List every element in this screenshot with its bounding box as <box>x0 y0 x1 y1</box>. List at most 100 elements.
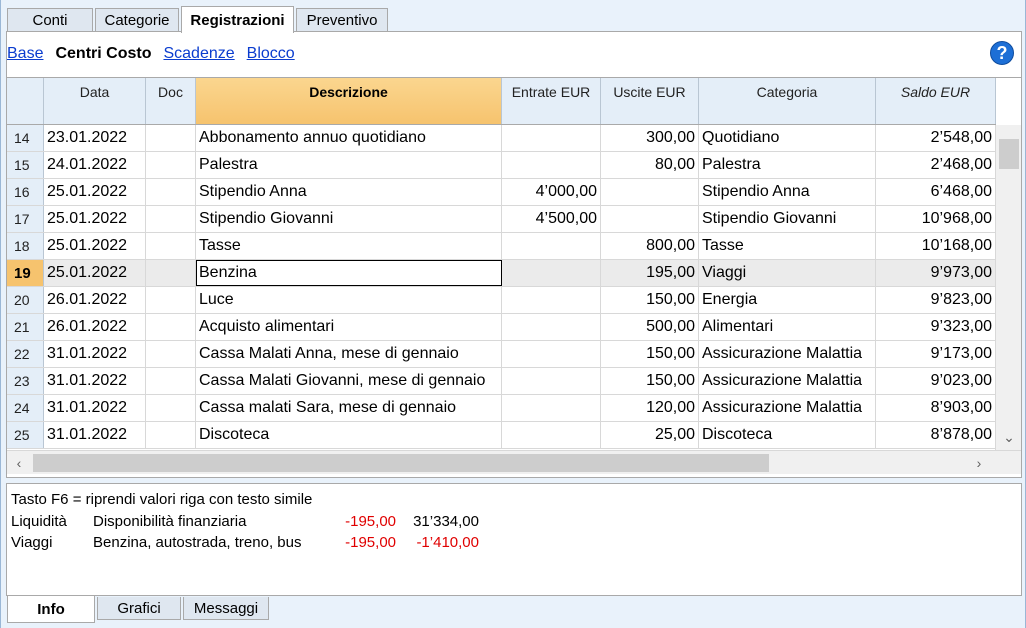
cell-doc[interactable] <box>146 314 196 340</box>
column-header-categoria[interactable]: Categoria <box>699 78 876 124</box>
cell-categoria[interactable]: Assicurazione Malattia <box>699 368 876 394</box>
cell-data[interactable]: 25.01.2022 <box>44 233 146 259</box>
cell-uscite[interactable]: 120,00 <box>601 395 699 421</box>
view-base-link[interactable]: Base <box>7 45 43 63</box>
cell-saldo[interactable]: 9’173,00 <box>876 341 996 367</box>
vertical-scroll-thumb[interactable] <box>999 139 1019 169</box>
table-row[interactable]: 25 31.01.2022 Discoteca 25,00 Discoteca 8’878… <box>7 422 996 449</box>
cell-entrate[interactable] <box>502 233 601 259</box>
table-row[interactable]: 20 26.01.2022 Luce 150,00 Energia 9’823,00 <box>7 287 996 314</box>
column-header-descrizione[interactable]: Descrizione <box>196 78 502 124</box>
cell-doc[interactable] <box>146 395 196 421</box>
cell-uscite[interactable]: 500,00 <box>601 314 699 340</box>
table-row[interactable]: 23 31.01.2022 Cassa Malati Giovanni, mese … <box>7 368 996 395</box>
cell-entrate[interactable] <box>502 152 601 178</box>
cell-entrate[interactable] <box>502 260 601 286</box>
table-row[interactable]: 14 23.01.2022 Abbonamento annuo quotidiano… <box>7 125 996 152</box>
cell-descrizione[interactable]: Tasse <box>196 233 502 259</box>
row-number[interactable]: 17 <box>7 206 44 232</box>
cell-descrizione[interactable]: Cassa Malati Anna, mese di gennaio <box>196 341 502 367</box>
tab-preventivo[interactable]: Preventivo <box>296 8 388 32</box>
row-number[interactable]: 16 <box>7 179 44 205</box>
cell-entrate[interactable] <box>502 341 601 367</box>
row-number[interactable]: 22 <box>7 341 44 367</box>
cell-data[interactable]: 25.01.2022 <box>44 260 146 286</box>
cell-saldo[interactable]: 9’323,00 <box>876 314 996 340</box>
cell-doc[interactable] <box>146 368 196 394</box>
cell-categoria[interactable]: Quotidiano <box>699 125 876 151</box>
row-number[interactable]: 15 <box>7 152 44 178</box>
cell-data[interactable]: 31.01.2022 <box>44 422 146 448</box>
cell-data[interactable]: 26.01.2022 <box>44 314 146 340</box>
horizontal-scroll-thumb[interactable] <box>33 454 769 472</box>
cell-doc[interactable] <box>146 179 196 205</box>
tab-registrazioni[interactable]: Registrazioni <box>181 6 294 33</box>
cell-categoria[interactable]: Palestra <box>699 152 876 178</box>
cell-descrizione[interactable]: Stipendio Anna <box>196 179 502 205</box>
cell-categoria[interactable]: Viaggi <box>699 260 876 286</box>
cell-doc[interactable] <box>146 233 196 259</box>
cell-saldo[interactable]: 9’023,00 <box>876 368 996 394</box>
cell-categoria[interactable]: Assicurazione Malattia <box>699 341 876 367</box>
cell-uscite[interactable]: 300,00 <box>601 125 699 151</box>
tab-conti[interactable]: Conti <box>7 8 93 32</box>
cell-doc[interactable] <box>146 287 196 313</box>
cell-saldo[interactable]: 8’878,00 <box>876 422 996 448</box>
cell-descrizione[interactable]: Palestra <box>196 152 502 178</box>
cell-saldo[interactable]: 2’468,00 <box>876 152 996 178</box>
cell-categoria[interactable]: Discoteca <box>699 422 876 448</box>
cell-data[interactable]: 31.01.2022 <box>44 395 146 421</box>
cell-categoria[interactable]: Assicurazione Malattia <box>699 395 876 421</box>
column-header-saldo[interactable]: Saldo EUR <box>876 78 996 124</box>
tab-info[interactable]: Info <box>7 596 95 623</box>
cell-doc[interactable] <box>146 422 196 448</box>
table-row[interactable]: 18 25.01.2022 Tasse 800,00 Tasse 10’168,00 <box>7 233 996 260</box>
scroll-down-icon[interactable]: ⌄ <box>996 424 1022 450</box>
cell-uscite[interactable] <box>601 206 699 232</box>
scroll-left-icon[interactable]: ‹ <box>7 451 31 475</box>
table-row[interactable]: 16 25.01.2022 Stipendio Anna 4’000,00 Stipen… <box>7 179 996 206</box>
cell-data[interactable]: 31.01.2022 <box>44 368 146 394</box>
cell-saldo[interactable]: 9’823,00 <box>876 287 996 313</box>
table-row[interactable]: 22 31.01.2022 Cassa Malati Anna, mese di g… <box>7 341 996 368</box>
table-row[interactable]: 15 24.01.2022 Palestra 80,00 Palestra 2’468,0… <box>7 152 996 179</box>
cell-uscite[interactable]: 80,00 <box>601 152 699 178</box>
cell-descrizione[interactable]: Abbonamento annuo quotidiano <box>196 125 502 151</box>
cell-descrizione[interactable]: Benzina <box>196 260 502 286</box>
cell-descrizione[interactable]: Acquisto alimentari <box>196 314 502 340</box>
cell-doc[interactable] <box>146 341 196 367</box>
cell-saldo[interactable]: 2’548,00 <box>876 125 996 151</box>
tab-grafici[interactable]: Grafici <box>97 597 181 620</box>
cell-doc[interactable] <box>146 260 196 286</box>
cell-uscite[interactable]: 150,00 <box>601 287 699 313</box>
cell-doc[interactable] <box>146 152 196 178</box>
row-number-header[interactable] <box>7 78 44 124</box>
row-number[interactable]: 18 <box>7 233 44 259</box>
row-number[interactable]: 25 <box>7 422 44 448</box>
view-centri-costo[interactable]: Centri Costo <box>55 45 151 63</box>
cell-descrizione[interactable]: Cassa malati Sara, mese di gennaio <box>196 395 502 421</box>
cell-entrate[interactable]: 4’500,00 <box>502 206 601 232</box>
row-number[interactable]: 20 <box>7 287 44 313</box>
row-number[interactable]: 21 <box>7 314 44 340</box>
table-row[interactable]: 21 26.01.2022 Acquisto alimentari 500,00 Ali… <box>7 314 996 341</box>
cell-categoria[interactable]: Energia <box>699 287 876 313</box>
scroll-right-icon[interactable]: › <box>967 451 991 475</box>
cell-entrate[interactable] <box>502 287 601 313</box>
cell-entrate[interactable] <box>502 368 601 394</box>
cell-entrate[interactable] <box>502 125 601 151</box>
cell-entrate[interactable] <box>502 395 601 421</box>
cell-entrate[interactable] <box>502 314 601 340</box>
row-number[interactable]: 19 <box>7 260 44 286</box>
row-number[interactable]: 23 <box>7 368 44 394</box>
cell-categoria[interactable]: Tasse <box>699 233 876 259</box>
cell-uscite[interactable]: 150,00 <box>601 341 699 367</box>
cell-data[interactable]: 31.01.2022 <box>44 341 146 367</box>
vertical-scrollbar[interactable]: ⌄ <box>995 125 1021 450</box>
cell-uscite[interactable]: 25,00 <box>601 422 699 448</box>
horizontal-scrollbar[interactable]: ‹ › <box>7 450 1021 474</box>
cell-uscite[interactable]: 195,00 <box>601 260 699 286</box>
view-blocco-link[interactable]: Blocco <box>247 45 295 63</box>
cell-data[interactable]: 24.01.2022 <box>44 152 146 178</box>
cell-doc[interactable] <box>146 125 196 151</box>
